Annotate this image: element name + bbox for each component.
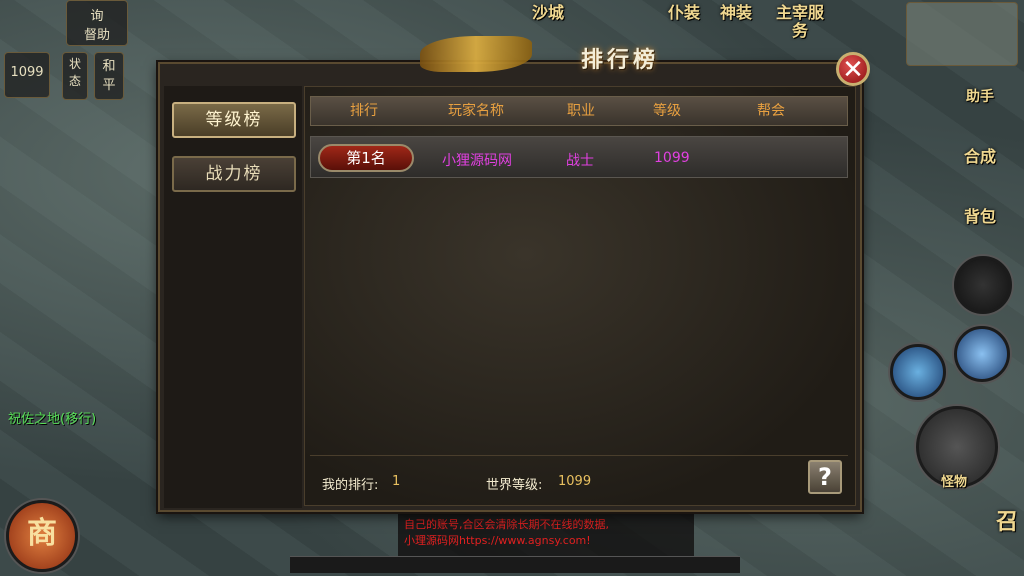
hud-button-level[interactable]: 1099 [4, 52, 50, 98]
my-rank-label: 我的排行: [322, 478, 379, 493]
tab-sidebar [164, 86, 302, 508]
chat-line: 自己的账号,合区会清除长期不在线的数据, [404, 518, 609, 531]
rank-badge: 第1名 [318, 144, 414, 172]
world-level-label: 世界等级: [486, 478, 543, 493]
shop-button[interactable]: 商 [6, 500, 78, 572]
player-name-cell: 小狸源码网 [442, 153, 512, 169]
chat-box[interactable]: 自己的账号,合区会清除长期不在线的数据, 小理源码网https://www.ag… [398, 508, 694, 556]
close-button[interactable]: ✕ [836, 52, 870, 86]
column-header-level: 等级 [653, 103, 681, 119]
chat-line: 小理源码网https://www.agnsy.com! [404, 534, 591, 547]
dragon-emblem-icon [420, 36, 532, 72]
panel-title: 排行榜 [580, 48, 659, 73]
player-level-cell: 1099 [654, 150, 690, 166]
column-header-guild: 帮会 [757, 103, 785, 119]
peace-mode-button[interactable]: 和 平 [94, 52, 124, 100]
right-menu-synthesis[interactable]: 合成 [956, 148, 1004, 204]
attack-monster-label: 怪物 [940, 475, 967, 490]
column-header-class: 职业 [567, 103, 595, 119]
status-button[interactable]: 状 态 [62, 52, 88, 100]
map-name-label: 祝佐之地(移行) [8, 412, 97, 427]
footer-divider [310, 455, 848, 456]
column-header-player-name: 玩家名称 [448, 103, 504, 119]
help-button[interactable]: ? [808, 460, 842, 494]
top-menu-master-service[interactable]: 主宰服务 [772, 4, 828, 60]
skill-slot-empty[interactable] [954, 256, 1012, 314]
table-header: 排行 玩家名称 职业 等级 帮会 [310, 96, 848, 126]
tab-power-ranking[interactable]: 战力榜 [172, 156, 296, 192]
column-header-rank: 排行 [350, 103, 378, 119]
experience-bar [290, 556, 740, 573]
right-menu-assistant[interactable]: 助手 [956, 88, 1004, 144]
my-rank-value: 1 [392, 474, 401, 489]
skill-slot-wind[interactable] [890, 344, 946, 400]
minimap[interactable] [906, 2, 1018, 66]
player-class-cell: 战士 [566, 153, 594, 169]
tab-level-ranking[interactable]: 等级榜 [172, 102, 296, 138]
world-level-value: 1099 [558, 474, 592, 489]
summon-button[interactable]: 召 [990, 512, 1024, 570]
skill-slot-ice[interactable] [954, 326, 1010, 382]
hud-button-assist[interactable]: 询 督助 [66, 0, 128, 46]
